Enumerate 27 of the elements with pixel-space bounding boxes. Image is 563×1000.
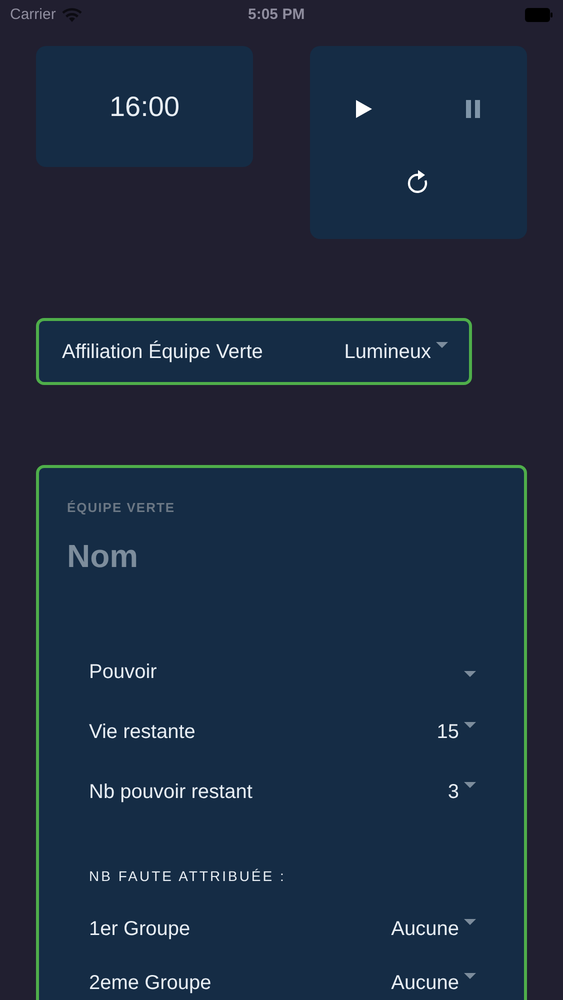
play-icon [356, 100, 372, 118]
dropdown-caret-icon [463, 720, 477, 728]
faults-header: NB FAUTE ATTRIBUÉE : [89, 866, 287, 886]
affiliation-dropdown[interactable]: Lumineux [344, 336, 449, 366]
timer-text: 16:00 [109, 90, 180, 124]
status-time: 5:05 PM [248, 4, 305, 25]
field-label: 1er Groupe [89, 916, 190, 942]
value-dropdown[interactable]: Aucune [391, 968, 477, 998]
team-section-label: ÉQUIPE VERTE [67, 499, 176, 517]
dropdown-caret-icon [463, 780, 477, 788]
field-label: Pouvoir [89, 660, 157, 684]
dropdown-caret-icon [463, 918, 477, 926]
value-dropdown[interactable]: Aucune [391, 914, 477, 944]
field-label: Nb pouvoir restant [89, 780, 252, 804]
value-dropdown[interactable]: 15 [436, 716, 477, 746]
dropdown-caret-icon [463, 670, 477, 678]
battery-icon [525, 8, 553, 22]
team-name-field[interactable]: Nom [67, 532, 487, 580]
dropdown-caret-icon [435, 340, 449, 348]
dropdown-caret-icon [463, 972, 477, 980]
field-label: Vie restante [89, 720, 196, 744]
carrier-label: Carrier [10, 4, 56, 25]
affiliation-label: Affiliation Équipe Verte [62, 340, 263, 364]
wifi-icon [62, 8, 82, 22]
field-label: 2eme Groupe [89, 970, 212, 996]
value-dropdown[interactable]: 3 [448, 776, 477, 806]
pause-icon [466, 100, 480, 118]
